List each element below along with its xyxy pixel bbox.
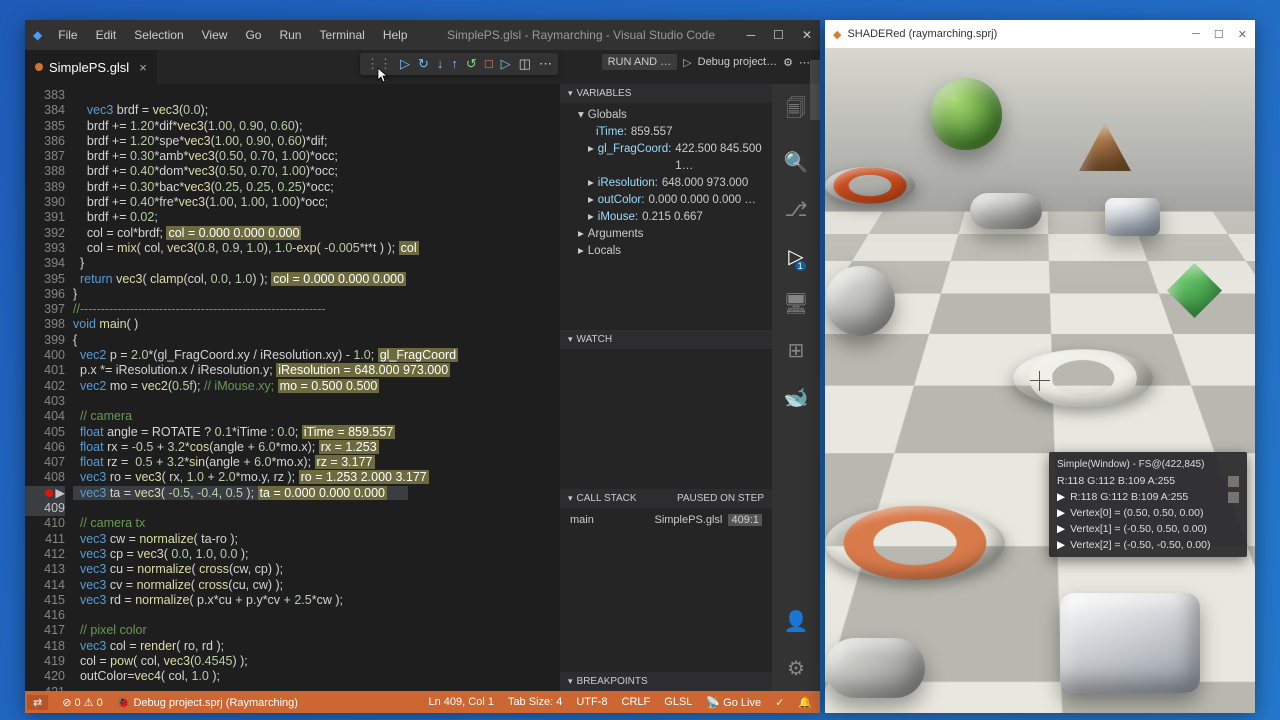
- scope-globals[interactable]: ▾ Globals: [578, 107, 772, 124]
- status-bar: ⇄ ⊘ 0 ⚠ 0 🐞 Debug project.sprj (Raymarch…: [25, 691, 820, 713]
- run-icon[interactable]: ▷: [501, 56, 511, 72]
- step-into-icon[interactable]: ↓: [437, 56, 444, 72]
- play-icon[interactable]: ▷: [683, 56, 691, 69]
- bell-icon[interactable]: 🔔: [798, 696, 812, 709]
- stop-icon[interactable]: □: [485, 56, 493, 72]
- run-dropdown[interactable]: RUN AND …: [602, 54, 678, 70]
- obj-sphere: [825, 266, 895, 336]
- line-gutter: 3833843853863873883893903913923933943953…: [25, 84, 73, 691]
- minimize-icon[interactable]: ─: [1192, 28, 1200, 41]
- menu-run[interactable]: Run: [271, 24, 309, 46]
- obj-torus-orange: [825, 506, 1005, 580]
- obj-capsule: [970, 193, 1042, 229]
- variables-header[interactable]: ▾VARIABLES: [560, 84, 772, 103]
- menu-bar: File Edit Selection View Go Run Terminal…: [50, 24, 415, 46]
- menu-edit[interactable]: Edit: [88, 24, 125, 46]
- stack-frame[interactable]: main SimplePS.glsl 409:1: [570, 512, 762, 528]
- shadered-title: SHADERed (raymarching.sprj): [847, 28, 997, 40]
- breakpoints-header[interactable]: ▾BREAKPOINTS: [560, 672, 772, 691]
- overlay-row: ▶R:118 G:112 B:109 A:255: [1049, 489, 1247, 505]
- var-fragcoord[interactable]: ▸ gl_FragCoord: 422.500 845.500 1…: [578, 141, 772, 175]
- encoding[interactable]: UTF-8: [576, 696, 607, 709]
- obj-roundbox2: [1060, 593, 1200, 693]
- overlay-row: ▶Vertex[1] = (-0.50, 0.50, 0.00): [1049, 521, 1247, 537]
- remote-icon[interactable]: 🖥: [783, 291, 808, 316]
- close-icon[interactable]: ✕: [1238, 28, 1247, 41]
- language[interactable]: GLSL: [664, 696, 692, 709]
- menu-go[interactable]: Go: [237, 24, 269, 46]
- code-editor[interactable]: 3833843853863873883893903913923933943953…: [25, 84, 560, 691]
- settings-icon[interactable]: ⚙: [787, 656, 805, 681]
- file-icon: [35, 63, 43, 71]
- overlay-row: R:118 G:112 B:109 A:255: [1049, 473, 1247, 489]
- var-outcolor[interactable]: ▸ outColor: 0.000 0.000 0.000 …: [578, 192, 772, 209]
- menu-selection[interactable]: Selection: [126, 24, 191, 46]
- var-iresolution[interactable]: ▸ iResolution: 648.000 973.000: [578, 175, 772, 192]
- tab-label: SimplePS.glsl: [49, 60, 129, 75]
- activity-bar: 🗐 🔍 ⎇ ▷1 🖥 ⊞ 🐋 👤 ⚙: [772, 84, 820, 691]
- debug-config[interactable]: Debug project…: [698, 56, 778, 68]
- overlay-row: ▶Vertex[2] = (-0.50, -0.50, 0.00): [1049, 537, 1247, 553]
- split-icon[interactable]: ◫: [519, 56, 531, 72]
- account-icon[interactable]: 👤: [784, 609, 809, 634]
- render-viewport[interactable]: Simple(Window) - FS@(422,845) R:118 G:11…: [825, 48, 1255, 713]
- extensions-icon[interactable]: ⊞: [788, 338, 805, 363]
- more-icon[interactable]: ⋯: [799, 56, 810, 69]
- menu-help[interactable]: Help: [375, 24, 416, 46]
- callstack-header[interactable]: ▾CALL STACKPAUSED ON STEP: [560, 489, 772, 508]
- minimize-icon[interactable]: ─: [747, 28, 756, 42]
- vscode-logo: ◆: [33, 28, 42, 42]
- more-icon[interactable]: ⋯: [539, 56, 552, 72]
- obj-capsule2: [825, 638, 925, 698]
- docker-icon[interactable]: 🐋: [784, 385, 809, 410]
- scm-icon[interactable]: ⎇: [784, 197, 807, 222]
- continue-icon[interactable]: ▷: [400, 56, 410, 72]
- watch-header[interactable]: ▾WATCH: [560, 330, 772, 349]
- menu-view[interactable]: View: [194, 24, 236, 46]
- shadered-icon: ◆: [833, 28, 841, 41]
- debug-sidebar: ▾VARIABLES ▾ Globals iTime: 859.557 ▸ gl…: [560, 84, 772, 691]
- window-title: SimplePS.glsl - Raymarching - Visual Stu…: [416, 28, 747, 42]
- var-imouse[interactable]: ▸ iMouse: 0.215 0.667: [578, 209, 772, 226]
- menu-terminal[interactable]: Terminal: [311, 24, 372, 46]
- tab-close-icon[interactable]: ×: [139, 60, 147, 75]
- step-over-icon[interactable]: ↻: [418, 56, 429, 72]
- problems[interactable]: ⊘ 0 ⚠ 0: [62, 696, 102, 709]
- go-live[interactable]: 📡 Go Live: [706, 696, 761, 709]
- code-content[interactable]: vec3 brdf = vec3(0.0); brdf += 1.20*dif*…: [73, 84, 560, 691]
- files-icon[interactable]: 🗐: [786, 94, 806, 128]
- scope-locals[interactable]: ▸ Locals: [578, 243, 772, 260]
- maximize-icon[interactable]: ☐: [773, 28, 784, 42]
- eol[interactable]: CRLF: [622, 696, 651, 709]
- gear-icon[interactable]: ⚙: [783, 56, 793, 69]
- obj-torus-red: [825, 167, 915, 205]
- cursor-pos[interactable]: Ln 409, Col 1: [429, 696, 494, 709]
- pixel-inspect-overlay[interactable]: Simple(Window) - FS@(422,845) R:118 G:11…: [1049, 452, 1247, 557]
- obj-roundbox: [1105, 198, 1160, 236]
- crosshair-icon: [1030, 371, 1050, 391]
- debug-toolbar: ⋮⋮ ▷ ↻ ↓ ↑ ↺ □ ▷ ◫ ⋯: [360, 53, 558, 75]
- remote-indicator[interactable]: ⇄: [27, 695, 48, 710]
- prettier-icon[interactable]: ✓: [775, 696, 784, 709]
- debug-icon[interactable]: ▷1: [788, 244, 803, 269]
- tab-size[interactable]: Tab Size: 4: [508, 696, 562, 709]
- menu-file[interactable]: File: [50, 24, 85, 46]
- obj-cactus: [930, 78, 1002, 150]
- maximize-icon[interactable]: ☐: [1214, 28, 1224, 41]
- debug-target[interactable]: 🐞 Debug project.sprj (Raymarching): [117, 696, 298, 709]
- restart-icon[interactable]: ↺: [466, 56, 477, 72]
- search-icon[interactable]: 🔍: [784, 150, 809, 175]
- tab-simpleps[interactable]: SimplePS.glsl ×: [25, 50, 157, 84]
- scope-arguments[interactable]: ▸ Arguments: [578, 226, 772, 243]
- var-itime[interactable]: iTime: 859.557: [578, 124, 772, 141]
- close-icon[interactable]: ✕: [802, 28, 812, 42]
- overlay-title: Simple(Window) - FS@(422,845): [1049, 456, 1247, 473]
- drag-handle-icon[interactable]: ⋮⋮: [366, 56, 392, 72]
- overlay-row: ▶Vertex[0] = (0.50, 0.50, 0.00): [1049, 505, 1247, 521]
- step-out-icon[interactable]: ↑: [451, 56, 458, 72]
